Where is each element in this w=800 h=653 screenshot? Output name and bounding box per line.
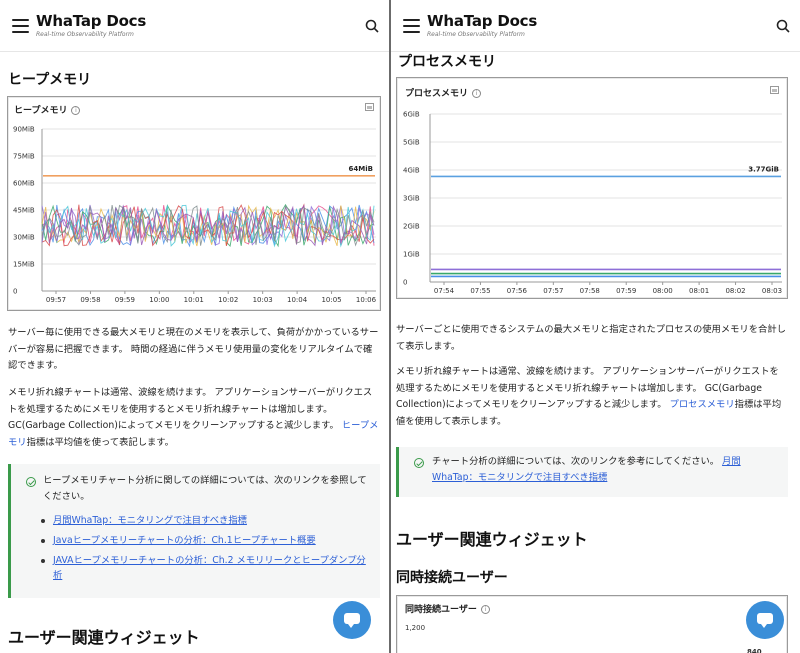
section-heading-user-widgets: ユーザー関連ウィジェット (396, 530, 588, 549)
x-tick-label: 07:58 (580, 287, 600, 295)
logo-title: WhaTap Docs (36, 12, 147, 30)
x-tick-label: 10:06 (356, 296, 377, 304)
chart-title: 同時接続ユーザー i (405, 602, 490, 615)
heap-memory-chart-svg: 0 15MiB 30MiB 45MiB 60MiB 75MiB 90MiB 09:57 09:5… (13, 126, 377, 305)
description-paragraph-2: メモリ折れ線チャートは通常、波線を続けます。 アプリケーションサーバーがリクエス… (8, 387, 379, 448)
note-text: ヒープメモリチャート分析に関しての詳細については、次のリンクを参照してください。 (43, 475, 367, 502)
chart-title: プロセスメモリ i (405, 86, 482, 99)
y-tick-label: 0 (403, 279, 407, 287)
main-content: ヒープメモリ 0 15MiB 30MiB 45MiB 60MiB 75MiB 90MiB 09… (0, 52, 389, 653)
info-icon[interactable]: i (472, 89, 482, 98)
logo[interactable]: WhaTap Docs Real-time Observability Plat… (36, 12, 146, 38)
x-tick-label: 07:56 (507, 287, 528, 295)
note-text: チャート分析の詳細については、次のリンクを参考にしてください。 月間WhaTap… (432, 456, 741, 483)
x-tick-label: 07:59 (616, 287, 636, 295)
heap-memory-chart[interactable]: 0 15MiB 30MiB 45MiB 60MiB 75MiB 90MiB 09:57 09:5… (7, 96, 381, 311)
y-tick-label: 3GiB (403, 195, 420, 203)
x-tick-label: 09:57 (46, 296, 66, 304)
y-tick-label: 6GiB (403, 111, 420, 119)
description-paragraph: サーバーごとに使用できるシステムの最大メモリと指定されたプロセスの使用メモリを合… (396, 324, 786, 352)
search-icon[interactable] (365, 19, 379, 33)
image-icon[interactable] (365, 103, 374, 111)
left-pane: WhaTap Docs Real-time Observability Plat… (0, 0, 389, 653)
y-tick-label: 75MiB (13, 153, 35, 161)
chart-title: ヒープメモリ i (14, 103, 81, 116)
right-pane: WhaTap Docs Real-time Observability Plat… (391, 0, 800, 653)
check-circle-icon (414, 458, 424, 468)
chat-button[interactable] (333, 601, 371, 639)
section-heading: ヒープメモリ (8, 72, 92, 88)
header: WhaTap Docs Real-time Observability Plat… (0, 0, 389, 52)
x-tick-label: 08:02 (725, 287, 745, 295)
subsection-heading: 同時接続ユーザー (396, 570, 508, 586)
chat-icon (757, 613, 773, 628)
y-tick-label: 90MiB (13, 126, 35, 134)
info-icon[interactable]: i (480, 605, 490, 614)
info-icon[interactable]: i (71, 106, 81, 115)
chat-icon (344, 613, 360, 628)
x-tick-label: 07:57 (543, 287, 563, 295)
y-tick-label: 2GiB (403, 223, 420, 231)
y-tick-label: 1,200 (405, 624, 426, 632)
section-heading: プロセスメモリ (398, 54, 496, 70)
description-paragraph: サーバー毎に使用できる最大メモリと現在のメモリを表示して、負荷がかかっているサー… (8, 327, 379, 371)
header: WhaTap Docs Real-time Observability Plat… (391, 0, 800, 52)
search-icon[interactable] (776, 19, 790, 33)
info-note: ヒープメモリチャート分析に関しての詳細については、次のリンクを参照してください。… (8, 464, 380, 598)
y-tick-label: 45MiB (13, 207, 35, 215)
menu-icon[interactable] (403, 19, 420, 33)
x-tick-label: 09:58 (80, 296, 100, 304)
section-heading-user-widgets: ユーザー関連ウィジェット (8, 628, 200, 647)
data-label: 64MiB (349, 165, 373, 173)
y-tick-label: 30MiB (13, 234, 35, 242)
chat-button[interactable] (746, 601, 784, 639)
x-tick-label: 10:01 (184, 296, 204, 304)
process-memory-chart[interactable]: 0 1GiB 2GiB 3GiB 4GiB 5GiB 6GiB 07:54 07:55 07:56… (396, 77, 788, 299)
process-memory-chart-svg: 0 1GiB 2GiB 3GiB 4GiB 5GiB 6GiB 07:54 07:55 07:56… (403, 111, 782, 296)
x-tick-label: 08:03 (762, 287, 782, 295)
logo[interactable]: WhaTap Docs Real-time Observability Plat… (427, 12, 537, 38)
x-tick-label: 07:55 (470, 287, 490, 295)
x-tick-label: 10:02 (218, 296, 238, 304)
x-tick-label: 08:01 (689, 287, 709, 295)
note-link[interactable]: JAVAヒープメモリーチャートの分析：Ch.2 メモリリークとヒープダンプ分析 (39, 553, 374, 583)
x-tick-label: 10:03 (253, 296, 273, 304)
note-link-list: 月間WhaTap：モニタリングで注目すべき指標 Javaヒープメモリーチャートの… (39, 513, 374, 588)
info-note: チャート分析の詳細については、次のリンクを参考にしてください。 月間WhaTap… (396, 447, 788, 497)
check-circle-icon (26, 477, 36, 487)
y-tick-label: 5GiB (403, 139, 420, 147)
data-label: 3.77GiB (748, 165, 779, 173)
x-tick-label: 07:54 (434, 287, 455, 295)
x-tick-label: 10:05 (321, 296, 341, 304)
description-paragraph-2: メモリ折れ線チャートは通常、波線を続けます。 アプリケーションサーバーがリクエス… (396, 366, 782, 427)
y-tick-label: 4GiB (403, 167, 420, 175)
y-tick-label: 1GiB (403, 251, 420, 259)
y-tick-label: 15MiB (13, 261, 35, 269)
logo-subtitle: Real-time Observability Platform (427, 31, 525, 38)
x-tick-label: 08:00 (653, 287, 673, 295)
main-content: プロセスメモリ 0 1GiB 2GiB 3GiB 4GiB 5GiB 6GiB 07:54 07… (391, 52, 800, 653)
concurrent-users-chart[interactable]: 同時接続ユーザー i 1,200 840 (396, 595, 788, 653)
x-tick-label: 09:59 (115, 296, 135, 304)
logo-subtitle: Real-time Observability Platform (36, 31, 134, 38)
note-link[interactable]: Javaヒープメモリーチャートの分析：Ch.1ヒープチャート概要 (39, 533, 374, 548)
logo-title: WhaTap Docs (427, 12, 538, 30)
process-memory-link[interactable]: プロセスメモリ (670, 399, 735, 410)
note-link[interactable]: 月間WhaTap：モニタリングで注目すべき指標 (39, 513, 374, 528)
data-label: 840 (747, 648, 762, 653)
y-tick-label: 60MiB (13, 180, 35, 188)
image-icon[interactable] (770, 86, 779, 94)
menu-icon[interactable] (12, 19, 29, 33)
x-tick-label: 10:00 (149, 296, 169, 304)
y-tick-label: 0 (13, 288, 17, 296)
x-tick-label: 10:04 (287, 296, 308, 304)
